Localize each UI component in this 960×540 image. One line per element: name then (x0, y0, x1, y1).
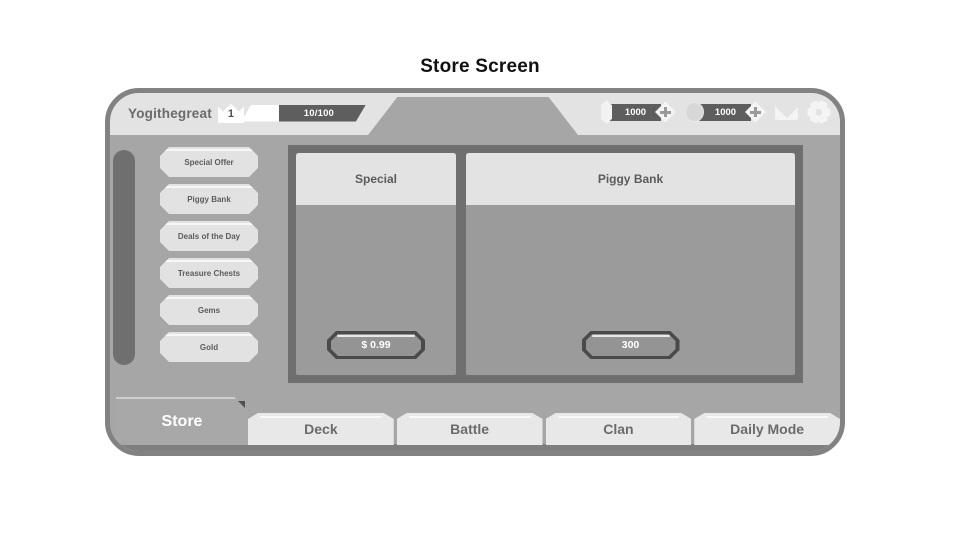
price-button-highlight (592, 335, 670, 337)
gear-icon[interactable] (807, 99, 830, 125)
navbar-base (110, 444, 840, 451)
nav-tab-daily-mode[interactable]: Daily Mode (694, 413, 840, 445)
sidebar-item-piggy-bank[interactable]: Piggy Bank (160, 184, 258, 214)
special-price-label: $ 0.99 (361, 339, 391, 351)
game-screen: Yogithegreat 1 10/100 1000 1000 Special … (110, 93, 840, 451)
page-title: Store Screen (420, 56, 540, 77)
coin-icon (685, 102, 704, 122)
xp-bar-label: 10/100 (303, 107, 335, 119)
nav-tab-label: Battle (450, 421, 490, 437)
nav-tab-store[interactable]: Store (116, 397, 248, 445)
sidebar-item-gold[interactable]: Gold (160, 332, 258, 362)
sidebar-item-gems[interactable]: Gems (160, 295, 258, 325)
store-card-special[interactable]: Special $ 0.99 (296, 153, 456, 375)
navbar-items: Deck Battle Clan Daily Mode (248, 413, 840, 445)
sidebar-item-label: Treasure Chests (177, 268, 241, 278)
xp-bar-fill (241, 104, 279, 122)
nav-tab-deck[interactable]: Deck (248, 413, 394, 445)
nav-tab-label: Daily Mode (730, 421, 805, 437)
gold-currency[interactable]: 1000 (685, 101, 766, 123)
nav-tab-label: Store (161, 413, 203, 430)
store-card-title: Special (296, 153, 456, 205)
sidebar-item-deals-of-the-day[interactable]: Deals of the Day (160, 221, 258, 251)
currency-cluster: 1000 1000 (601, 99, 830, 125)
sidebar-item-label: Deals of the Day (177, 231, 241, 241)
game-device-frame: Yogithegreat 1 10/100 1000 1000 Special … (105, 88, 845, 456)
nav-tab-label: Deck (304, 421, 338, 437)
xp-bar: 10/100 (241, 104, 366, 122)
mail-icon[interactable] (775, 104, 798, 120)
nav-tab-clan[interactable]: Clan (546, 413, 692, 445)
sidebar-item-special-offer[interactable]: Special Offer (160, 147, 258, 177)
sidebar-item-treasure-chests[interactable]: Treasure Chests (160, 258, 258, 288)
store-card-piggy-bank[interactable]: Piggy Bank 300 (466, 153, 795, 375)
bottom-navbar: Deck Battle Clan Daily Mode Store (110, 405, 840, 451)
sidebar-item-label: Special Offer (184, 157, 234, 167)
sidebar-item-label: Gems (197, 305, 221, 315)
price-button-highlight (337, 335, 415, 337)
piggy-bank-price-label: 300 (621, 339, 640, 351)
sidebar-scrollbar[interactable] (113, 150, 135, 365)
store-card-body: 300 (466, 205, 795, 375)
player-level: 1 (227, 108, 234, 120)
store-content-panel: Special $ 0.99 Piggy Bank 300 (288, 145, 803, 383)
gem-currency[interactable]: 1000 (601, 100, 676, 124)
sidebar-item-label: Gold (199, 342, 219, 352)
top-bar: Yogithegreat 1 10/100 1000 1000 (110, 93, 840, 135)
nav-tab-battle[interactable]: Battle (397, 413, 543, 445)
player-name: Yogithegreat (128, 105, 212, 121)
store-card-body: $ 0.99 (296, 205, 456, 375)
sidebar-item-label: Piggy Bank (187, 194, 231, 204)
player-profile[interactable]: Yogithegreat 1 10/100 (128, 102, 366, 124)
piggy-bank-buy-button[interactable]: 300 (582, 331, 680, 359)
store-card-title: Piggy Bank (466, 153, 795, 205)
nav-tab-label: Clan (603, 421, 634, 437)
topbar-center-trim (368, 97, 578, 135)
gold-amount: 1000 (699, 103, 751, 121)
special-buy-button[interactable]: $ 0.99 (327, 331, 425, 359)
crown-icon: 1 (217, 102, 244, 124)
screen-body: Special Offer Piggy Bank Deals of the Da… (110, 135, 840, 451)
gem-amount: 1000 (609, 103, 661, 121)
store-category-sidebar: Special Offer Piggy Bank Deals of the Da… (160, 147, 258, 362)
